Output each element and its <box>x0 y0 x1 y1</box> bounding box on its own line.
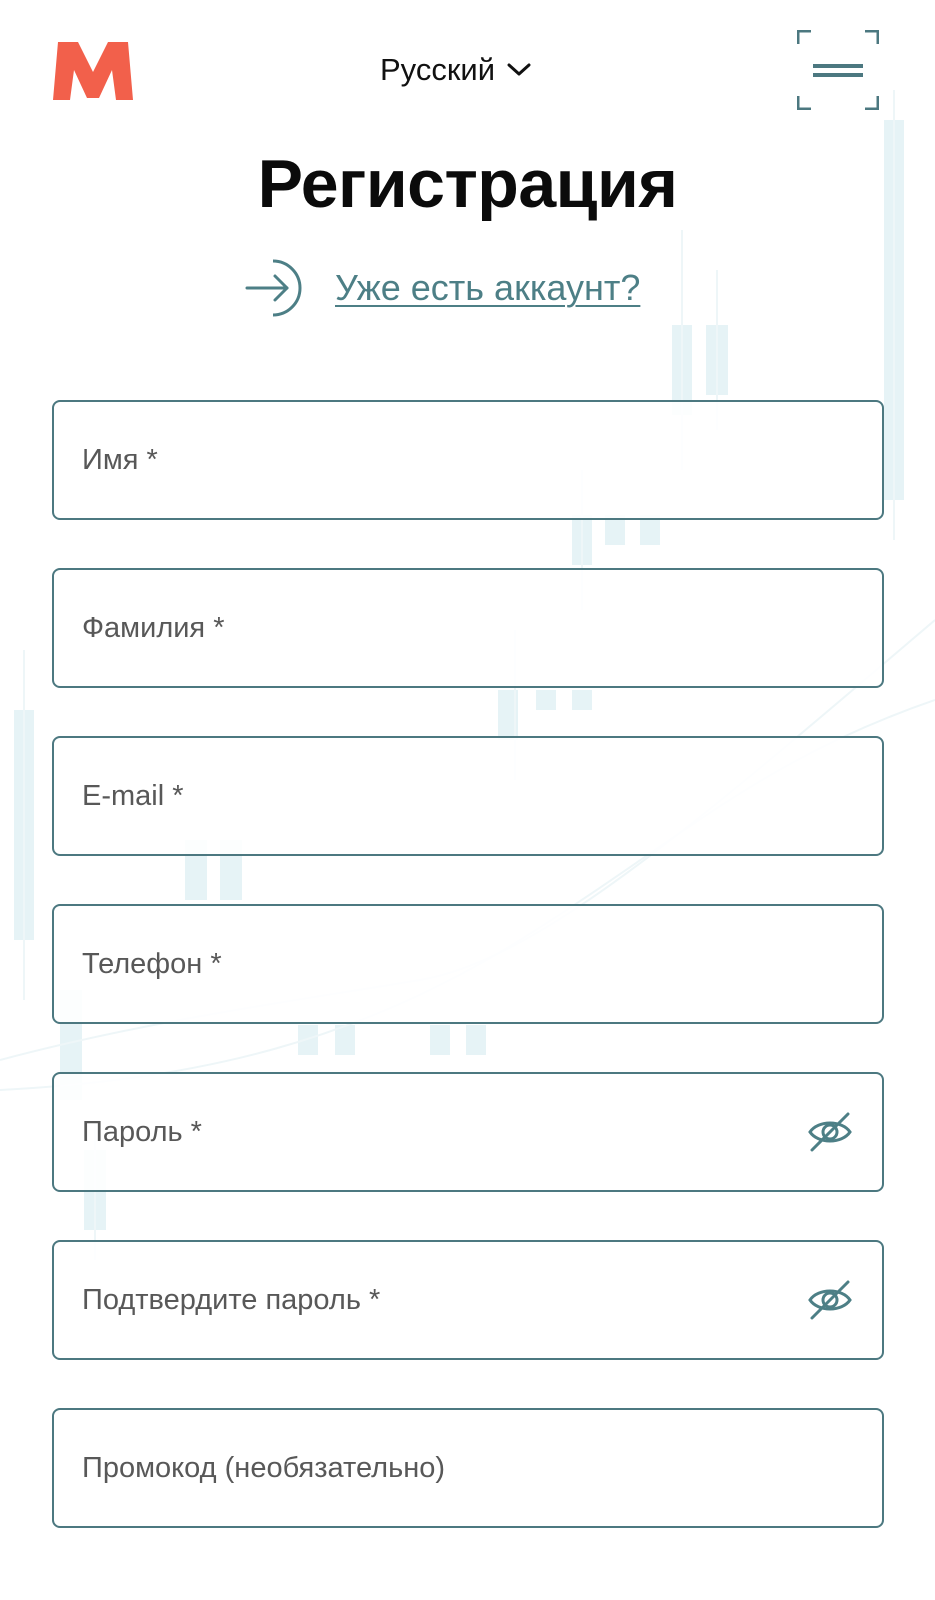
login-link-label: Уже есть аккаунт? <box>335 267 641 308</box>
login-arrow-icon <box>245 259 302 317</box>
first-name-field[interactable]: Имя * <box>52 400 884 520</box>
password-field[interactable]: Пароль * <box>52 1072 884 1192</box>
eye-off-icon[interactable] <box>806 1276 854 1324</box>
password-placeholder: Пароль * <box>82 1115 202 1148</box>
hamburger-menu-icon[interactable] <box>797 30 879 110</box>
last-name-placeholder: Фамилия * <box>82 611 225 644</box>
registration-page: Русский Регистрация Уже есть аккаунт? Им… <box>0 0 935 1600</box>
language-selector[interactable]: Русский <box>380 50 531 90</box>
email-placeholder: E-mail * <box>82 779 184 812</box>
email-field[interactable]: E-mail * <box>52 736 884 856</box>
page-title: Регистрация <box>257 146 678 222</box>
last-name-field[interactable]: Фамилия * <box>52 568 884 688</box>
eye-off-icon[interactable] <box>806 1108 854 1156</box>
phone-placeholder: Телефон * <box>82 947 222 980</box>
promo-code-field[interactable]: Промокод (необязательно) <box>52 1408 884 1528</box>
brand-logo-icon[interactable] <box>52 40 134 102</box>
phone-field[interactable]: Телефон * <box>52 904 884 1024</box>
first-name-placeholder: Имя * <box>82 443 158 476</box>
chevron-down-icon <box>507 63 531 76</box>
promo-code-placeholder: Промокод (необязательно) <box>82 1451 445 1484</box>
header: Русский <box>0 0 935 130</box>
confirm-password-placeholder: Подтвердите пароль * <box>82 1283 381 1316</box>
login-link[interactable]: Уже есть аккаунт? <box>245 258 640 318</box>
confirm-password-field[interactable]: Подтвердите пароль * <box>52 1240 884 1360</box>
language-label: Русский <box>380 52 496 87</box>
